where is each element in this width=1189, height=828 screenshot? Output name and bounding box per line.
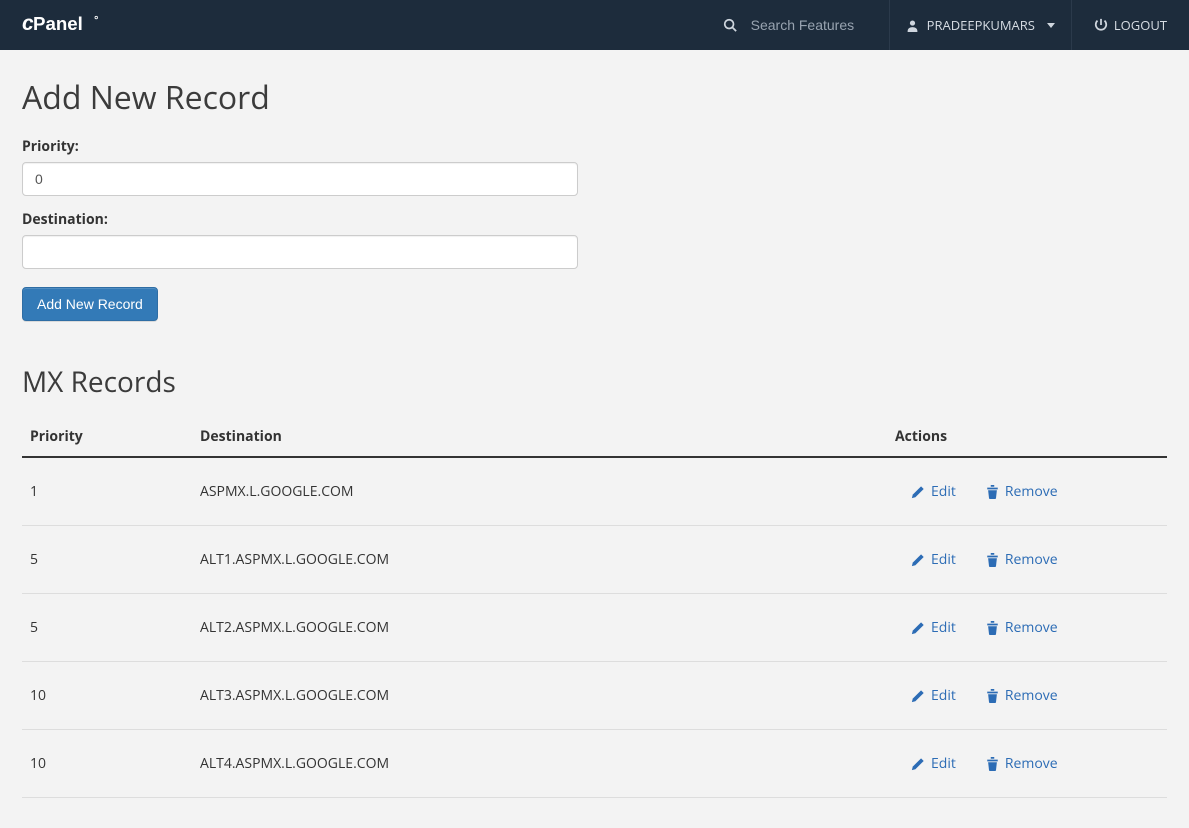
page-title: Add New Record xyxy=(22,76,1167,119)
cell-priority: 5 xyxy=(22,526,192,594)
edit-label: Edit xyxy=(931,482,956,501)
page-body: Add New Record Priority: Destination: Ad… xyxy=(0,50,1189,828)
edit-label: Edit xyxy=(931,686,956,705)
remove-label: Remove xyxy=(1005,618,1058,637)
logout-icon xyxy=(1094,18,1108,32)
username-label: PRADEEPKUMARS xyxy=(927,16,1035,34)
col-priority: Priority xyxy=(22,417,192,457)
remove-label: Remove xyxy=(1005,754,1058,773)
trash-icon xyxy=(986,689,999,703)
table-row: 5 ALT1.ASPMX.L.GOOGLE.COM Edit xyxy=(22,526,1167,594)
cpanel-logo[interactable]: c Panel xyxy=(22,12,132,38)
table-row: 1 ASPMX.L.GOOGLE.COM Edit xyxy=(22,457,1167,526)
cell-actions: Edit Remove xyxy=(887,526,1167,594)
svg-text:c: c xyxy=(22,12,34,35)
edit-button[interactable]: Edit xyxy=(911,754,956,773)
records-title: MX Records xyxy=(22,363,1167,401)
cell-destination: ALT2.ASPMX.L.GOOGLE.COM xyxy=(192,594,887,662)
priority-label: Priority: xyxy=(22,137,1167,156)
edit-icon xyxy=(911,485,925,499)
edit-button[interactable]: Edit xyxy=(911,618,956,637)
priority-input[interactable] xyxy=(22,162,578,196)
edit-button[interactable]: Edit xyxy=(911,686,956,705)
remove-button[interactable]: Remove xyxy=(986,618,1058,637)
table-row: 5 ALT2.ASPMX.L.GOOGLE.COM Edit xyxy=(22,594,1167,662)
cell-actions: Edit Remove xyxy=(887,457,1167,526)
remove-button[interactable]: Remove xyxy=(986,482,1058,501)
remove-label: Remove xyxy=(1005,550,1058,569)
logout-label: LOGOUT xyxy=(1114,16,1167,34)
table-row: 10 ALT3.ASPMX.L.GOOGLE.COM Edit xyxy=(22,662,1167,730)
remove-label: Remove xyxy=(1005,686,1058,705)
edit-icon xyxy=(911,621,925,635)
col-actions: Actions xyxy=(887,417,1167,457)
edit-label: Edit xyxy=(931,618,956,637)
cell-destination: ALT1.ASPMX.L.GOOGLE.COM xyxy=(192,526,887,594)
trash-icon xyxy=(986,621,999,635)
trash-icon xyxy=(986,553,999,567)
col-destination: Destination xyxy=(192,417,887,457)
cell-actions: Edit Remove xyxy=(887,730,1167,798)
trash-icon xyxy=(986,757,999,771)
destination-label: Destination: xyxy=(22,210,1167,229)
edit-button[interactable]: Edit xyxy=(911,482,956,501)
cell-priority: 1 xyxy=(22,457,192,526)
edit-label: Edit xyxy=(931,754,956,773)
priority-group: Priority: xyxy=(22,137,1167,196)
remove-button[interactable]: Remove xyxy=(986,754,1058,773)
cell-destination: ASPMX.L.GOOGLE.COM xyxy=(192,457,887,526)
user-menu[interactable]: PRADEEPKUMARS xyxy=(890,0,1071,50)
logout-button[interactable]: LOGOUT xyxy=(1072,0,1189,50)
trash-icon xyxy=(986,485,999,499)
svg-text:Panel: Panel xyxy=(33,13,83,34)
remove-button[interactable]: Remove xyxy=(986,686,1058,705)
add-record-button[interactable]: Add New Record xyxy=(22,287,158,321)
cell-priority: 10 xyxy=(22,730,192,798)
search-wrap xyxy=(705,17,889,33)
top-navbar: c Panel PRADEEPKUMARS xyxy=(0,0,1189,50)
edit-button[interactable]: Edit xyxy=(911,550,956,569)
edit-label: Edit xyxy=(931,550,956,569)
search-icon[interactable] xyxy=(723,18,737,32)
cell-actions: Edit Remove xyxy=(887,594,1167,662)
mx-records-table: Priority Destination Actions 1 ASPMX.L.G… xyxy=(22,417,1167,798)
edit-icon xyxy=(911,757,925,771)
user-icon xyxy=(906,19,919,32)
destination-group: Destination: xyxy=(22,210,1167,269)
edit-icon xyxy=(911,689,925,703)
search-input[interactable] xyxy=(751,17,871,33)
cell-destination: ALT4.ASPMX.L.GOOGLE.COM xyxy=(192,730,887,798)
edit-icon xyxy=(911,553,925,567)
cell-destination: ALT3.ASPMX.L.GOOGLE.COM xyxy=(192,662,887,730)
remove-button[interactable]: Remove xyxy=(986,550,1058,569)
table-header-row: Priority Destination Actions xyxy=(22,417,1167,457)
chevron-down-icon xyxy=(1047,23,1055,28)
cell-priority: 5 xyxy=(22,594,192,662)
table-row: 10 ALT4.ASPMX.L.GOOGLE.COM Edit xyxy=(22,730,1167,798)
cell-priority: 10 xyxy=(22,662,192,730)
remove-label: Remove xyxy=(1005,482,1058,501)
destination-input[interactable] xyxy=(22,235,578,269)
cell-actions: Edit Remove xyxy=(887,662,1167,730)
